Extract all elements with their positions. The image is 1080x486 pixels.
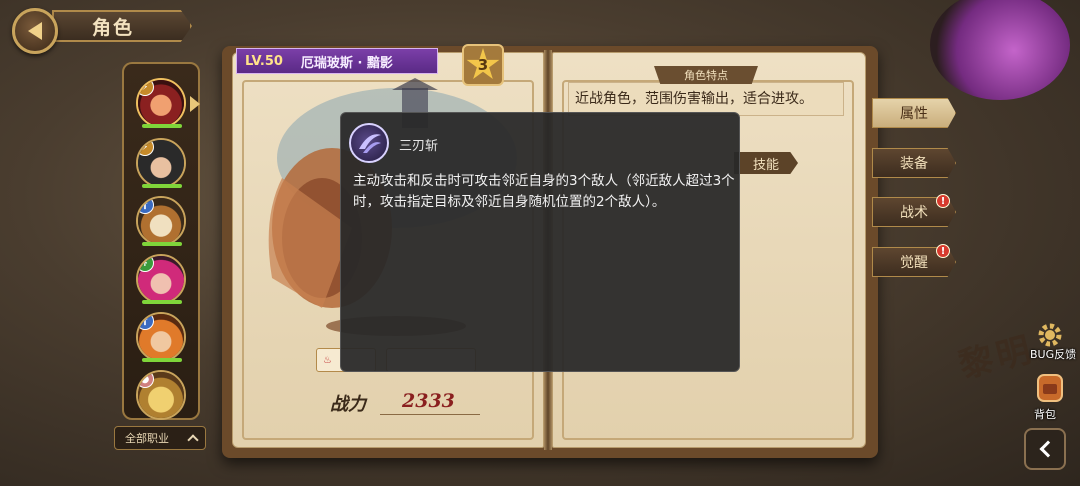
character-portrait[interactable]: ⚡ (136, 138, 186, 188)
page-title: 角色 (52, 10, 192, 42)
blade-icon (359, 134, 381, 153)
skill-section-tab[interactable]: 技能 (734, 152, 798, 174)
chevron-left-icon (1039, 440, 1056, 458)
feature-title: 角色特点 (654, 66, 758, 84)
character-list[interactable]: ⚡ ⚡ † ↟ † ● (122, 62, 200, 420)
character-portrait-selected[interactable]: ⚡ (136, 78, 186, 128)
class-filter-label: 全部职业 (125, 432, 169, 445)
class-badge-icon: ⚡ (138, 140, 154, 156)
power-label: 战力 (330, 394, 366, 415)
skill-description: 主动攻击和反击时可攻击邻近自身的3个敌人（邻近敌人超过3个时，攻击指定目标及邻近… (353, 173, 735, 210)
page-title-text: 角色 (92, 16, 135, 39)
selected-arrow-icon (190, 96, 200, 112)
hp-bar (142, 300, 182, 304)
character-portrait[interactable]: † (136, 312, 186, 362)
class-badge-icon: † (138, 314, 154, 330)
character-name: 厄瑞玻斯 · 黯影 (300, 55, 393, 71)
tab-label: 装备 (900, 156, 928, 172)
potion-decoration (930, 0, 1070, 100)
level-text: LV.50 (245, 53, 283, 69)
alert-icon: ! (936, 194, 950, 208)
hp-bar (142, 124, 182, 128)
power-underline (380, 414, 480, 415)
tab-label: 战术 (900, 205, 928, 221)
class-badge-icon: ↟ (138, 256, 154, 272)
character-portrait[interactable]: † (136, 196, 186, 246)
power-value: 2333 (402, 390, 455, 412)
collapse-button[interactable] (1024, 428, 1066, 470)
back-arrow-icon (28, 22, 42, 40)
character-portrait[interactable]: ↟ (136, 254, 186, 304)
feature-text: 近战角色，范围伤害输出，适合进攻。 (575, 91, 813, 107)
hp-bar (142, 358, 182, 362)
class-badge-icon: ⚡ (138, 80, 154, 96)
skill-icon (349, 123, 389, 163)
background-text: 黎明 (955, 329, 1039, 387)
flame-icon: ♨ (323, 354, 332, 366)
alert-icon: ! (936, 244, 950, 258)
tab-label: 觉醒 (900, 255, 928, 271)
back-button[interactable] (12, 8, 58, 54)
tab-equipment[interactable]: 装备 (872, 148, 956, 178)
star-count: 3 (477, 56, 489, 74)
tab-attributes[interactable]: 属性 (872, 98, 956, 128)
hp-bar (142, 184, 182, 188)
backpack-icon (1037, 374, 1063, 402)
bag-button[interactable] (1030, 370, 1070, 410)
bag-label: 背包 (1034, 408, 1056, 421)
chevron-up-icon (187, 434, 199, 446)
character-portrait[interactable]: ● (136, 370, 186, 420)
bug-report-label: BUG反馈 (1030, 348, 1077, 361)
class-badge-icon: † (138, 198, 154, 214)
skill-name: 三刃斩 (399, 139, 439, 154)
skill-tooltip: 三刃斩 主动攻击和反击时可攻击邻近自身的3个敌人（邻近敌人超过3个时，攻击指定目… (340, 112, 740, 372)
level-name-banner: LV.50 厄瑞玻斯 · 黯影 (236, 48, 438, 74)
star-rank-badge: 3 (462, 44, 504, 86)
hp-bar (142, 242, 182, 246)
class-filter-button[interactable]: 全部职业 (114, 426, 206, 450)
tab-label: 属性 (900, 106, 928, 122)
class-badge-icon: ● (138, 372, 154, 388)
